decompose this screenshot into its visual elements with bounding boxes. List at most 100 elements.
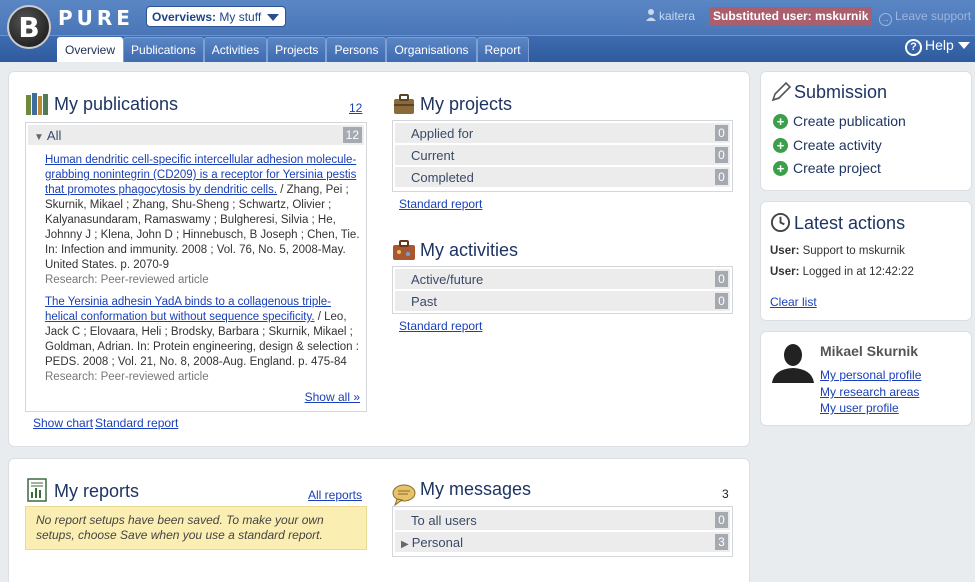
show-chart-link[interactable]: Show chart (33, 416, 93, 430)
help-icon: ? (905, 39, 922, 56)
messages-row-all-users[interactable]: To all users 0 (395, 510, 730, 530)
projects-row-current[interactable]: Current 0 (395, 145, 730, 165)
pencil-icon (771, 81, 792, 102)
current-user[interactable]: kaitera (646, 9, 695, 23)
messages-title: My messages (420, 479, 532, 499)
create-publication-label: Create publication (793, 113, 906, 129)
messages-list: To all users 0 ▶ Personal 3 (392, 506, 733, 557)
current-user-name: kaitera (659, 9, 696, 23)
overview-label: Overviews: (152, 10, 217, 24)
user-icon (646, 9, 656, 21)
submission-panel: Submission + Create publication + Create a… (760, 71, 972, 191)
publication-item: The Yersinia adhesin YadA binds to a col… (45, 295, 361, 385)
row-label: To all users (411, 512, 477, 528)
publication-item: Human dendritic cell-specific intercellu… (45, 153, 361, 288)
activities-row-past[interactable]: Past 0 (395, 291, 730, 311)
row-label: Personal (411, 534, 464, 550)
projects-standard-report-link[interactable]: Standard report (399, 197, 482, 211)
latest-actions-panel: Latest actions User: Support to mskurnik… (760, 201, 972, 321)
group-label: ▼ All (34, 128, 61, 143)
group-all-count: 12 (342, 127, 362, 143)
row-label: Applied for (411, 125, 474, 141)
research-areas-link[interactable]: My research areas (820, 385, 919, 399)
activities-row-active[interactable]: Active/future 0 (395, 269, 730, 289)
clear-list-link[interactable]: Clear list (770, 295, 817, 309)
pure-logo[interactable]: B (7, 5, 51, 49)
create-project-label: Create project (793, 160, 881, 176)
speech-bubble-icon (392, 484, 416, 506)
help-menu[interactable]: ? Help (905, 37, 970, 56)
overview-value: My stuff (219, 10, 262, 24)
row-count: 0 (715, 125, 728, 141)
overview-select[interactable]: Overviews: My stuff (146, 6, 286, 27)
show-all-link[interactable]: Show all » (305, 390, 360, 404)
profile-panel: Mikael Skurnik My personal profile My re… (760, 331, 972, 426)
publication-type: Research: Peer-reviewed article (45, 274, 209, 286)
chevron-down-icon (957, 42, 970, 49)
chevron-down-icon (267, 14, 279, 21)
messages-count: 3 (722, 487, 729, 501)
publication-type: Research: Peer-reviewed article (45, 371, 209, 383)
create-activity-link[interactable]: + Create activity (773, 137, 882, 153)
publications-list: ▼ All 12 Human dendritic cell-specific in… (25, 122, 367, 412)
row-count: 0 (715, 169, 728, 185)
action-text: Support to mskurnik (802, 245, 905, 257)
plus-circle-icon: + (773, 114, 788, 129)
publication-link[interactable]: The Yersinia adhesin YadA binds to a col… (45, 296, 331, 323)
leave-support-label: Leave support (895, 9, 972, 23)
tab-persons[interactable]: Persons (326, 37, 387, 62)
action-label: User: (770, 245, 800, 257)
publications-group-all[interactable]: ▼ All 12 (28, 125, 364, 145)
row-count: 0 (715, 512, 728, 528)
reports-notice: No report setups have been saved. To mak… (25, 506, 367, 550)
group-all-label: All (46, 127, 62, 143)
row-count: 0 (715, 293, 728, 309)
row-label: Active/future (411, 271, 484, 287)
report-icon (27, 478, 47, 502)
logo-letter: B (18, 10, 40, 44)
personal-profile-link[interactable]: My personal profile (820, 368, 921, 382)
tab-projects[interactable]: Projects (267, 37, 327, 62)
row-count: 0 (715, 271, 728, 287)
plus-circle-icon: + (773, 138, 788, 153)
projects-row-applied[interactable]: Applied for 0 (395, 123, 730, 143)
projects-title: My projects (420, 94, 513, 114)
projects-list: Applied for 0 Current 0 Completed 0 (392, 120, 733, 192)
tab-overview[interactable]: Overview (57, 37, 124, 62)
profile-name: Mikael Skurnik (820, 343, 919, 359)
publications-standard-report-link[interactable]: Standard report (95, 416, 178, 430)
leave-support-link[interactable]: → Leave support (879, 9, 971, 26)
publication-details: / Zhang, Pei ; Skurnik, Mikael ; Zhang, … (45, 184, 360, 271)
messages-row-personal[interactable]: ▶ Personal 3 (395, 532, 730, 552)
create-project-link[interactable]: + Create project (773, 160, 881, 176)
row-count: 3 (715, 534, 728, 550)
projects-row-completed[interactable]: Completed 0 (395, 167, 730, 187)
latest-action-item: User: Support to mskurnik (770, 244, 905, 259)
submission-title: Submission (794, 82, 888, 102)
row-count: 0 (715, 147, 728, 163)
row-label: Current (411, 147, 455, 163)
tab-activities[interactable]: Activities (203, 37, 268, 62)
briefcase-icon (394, 94, 414, 114)
row-label: Completed (411, 169, 474, 185)
row-label: Past (411, 293, 438, 309)
clock-icon (770, 212, 791, 233)
tab-publications[interactable]: Publications (123, 37, 204, 62)
tab-report[interactable]: Report (476, 37, 529, 62)
create-publication-link[interactable]: + Create publication (773, 113, 906, 129)
arrow-right-icon: → (879, 13, 892, 26)
all-reports-link[interactable]: All reports (308, 488, 362, 502)
substituted-user-badge: Substituted user: mskurnik (709, 7, 873, 25)
triangle-right-icon: ▶ (401, 538, 409, 550)
latest-actions-title: Latest actions (794, 213, 906, 233)
create-activity-label: Create activity (793, 137, 882, 153)
user-profile-link[interactable]: My user profile (820, 401, 899, 415)
action-text: Logged in at 12:42:22 (802, 266, 914, 278)
main-tabs: Overview Publications Activities Project… (57, 37, 529, 62)
action-label: User: (770, 266, 800, 278)
publications-count-link[interactable]: 12 (349, 101, 362, 115)
publications-title: My publications (54, 94, 179, 114)
activities-standard-report-link[interactable]: Standard report (399, 319, 482, 333)
tab-organisations[interactable]: Organisations (386, 37, 477, 62)
help-label: Help (925, 37, 954, 53)
